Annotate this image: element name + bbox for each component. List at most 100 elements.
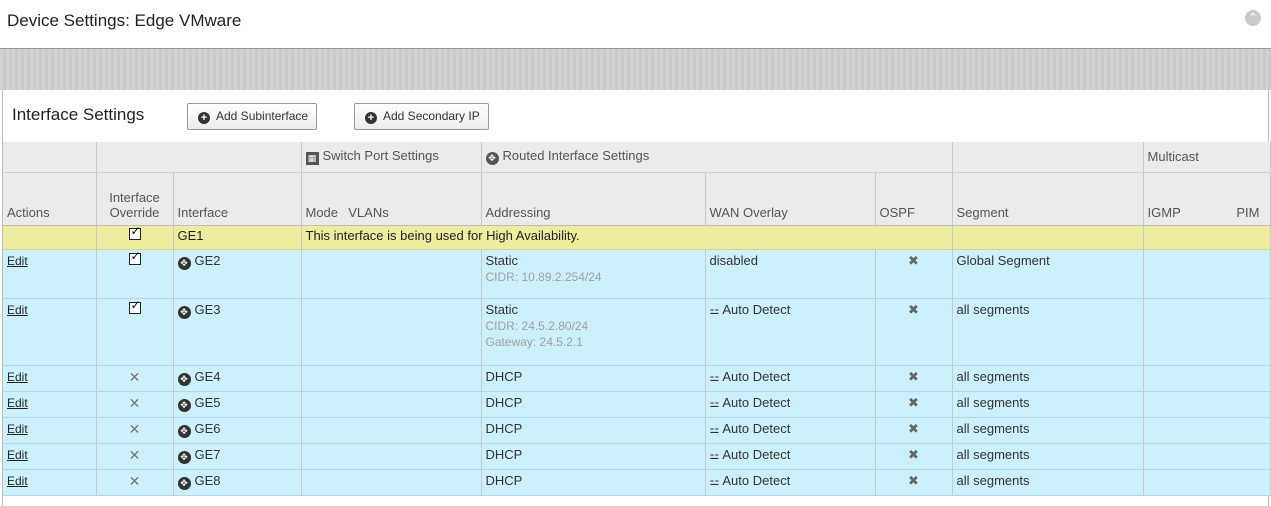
col-mode-vlans[interactable]: Mode VLANs	[301, 172, 482, 226]
router-icon: ✥	[177, 398, 191, 412]
add-subinterface-label: Add Subinterface	[216, 109, 309, 123]
router-icon: ✥	[177, 256, 191, 270]
checkbox-checked-icon	[128, 224, 141, 240]
col-mode: Mode	[305, 204, 339, 220]
x-icon: ✖	[908, 394, 919, 410]
wan-overlay-value: Auto Detect	[722, 446, 791, 462]
gateway-text: Gateway: 24.5.2.1	[485, 334, 583, 349]
addressing-type: DHCP	[481, 417, 706, 444]
checkbox-checked-icon	[128, 298, 141, 314]
interface-settings-panel: Interface Settings + Add Subinterface + Ad…	[2, 90, 1271, 506]
auto-detect-icon: ⚍	[709, 475, 720, 488]
col-vlans: VLANs	[348, 204, 389, 220]
table-row[interactable]: Edit ✕ ✥ GE5 DHCP ⚍ Auto Detect ✖ all segm…	[3, 391, 1271, 418]
edit-link[interactable]: Edit	[7, 254, 28, 268]
interface-name: GE2	[194, 252, 221, 268]
x-icon: ✖	[908, 446, 919, 462]
x-icon: ✖	[908, 301, 919, 317]
edit-link[interactable]: Edit	[7, 448, 28, 462]
wan-overlay-value: disabled	[705, 249, 876, 299]
interface-table: ▦ Switch Port Settings ✥ Routed Interface …	[3, 142, 1271, 496]
x-icon: ✖	[908, 472, 919, 488]
interface-name: GE3	[194, 301, 221, 317]
router-icon: ✥	[177, 476, 191, 490]
interface-name: GE4	[194, 368, 221, 384]
edit-link[interactable]: Edit	[7, 422, 28, 436]
x-icon: ✖	[908, 368, 919, 384]
router-icon: ✥	[485, 152, 499, 166]
add-secondary-ip-label: Add Secondary IP	[383, 109, 480, 123]
ha-message: This interface is being used for High Av…	[301, 225, 953, 250]
col-wan-overlay[interactable]: WAN Overlay	[705, 172, 876, 226]
panel-title: Interface Settings	[12, 105, 145, 124]
cidr-text: CIDR: 24.5.2.80/24	[485, 318, 589, 333]
col-multicast[interactable]: IGMP PIM	[1143, 172, 1271, 226]
addressing-type: Static	[485, 301, 519, 317]
router-icon: ✥	[177, 450, 191, 464]
plus-circle-icon: +	[198, 112, 210, 124]
col-segment[interactable]: Segment	[952, 172, 1144, 226]
x-icon: ✕	[128, 472, 141, 489]
edit-link[interactable]: Edit	[7, 303, 28, 317]
x-icon: ✕	[128, 368, 141, 385]
table-row-ha: GE1 This interface is being used for Hig…	[3, 224, 1271, 250]
page-title: Device Settings: Edge VMware	[7, 11, 242, 30]
table-row[interactable]: Edit ✕ ✥ GE7 DHCP ⚍ Auto Detect ✖ all segm…	[3, 443, 1271, 470]
auto-detect-icon: ⚍	[709, 423, 720, 436]
table-row[interactable]: Edit ✥GE2 StaticCIDR: 10.89.2.254/24 dis…	[3, 249, 1271, 299]
x-icon: ✖	[908, 252, 919, 268]
add-secondary-ip-button[interactable]: + Add Secondary IP	[354, 103, 489, 130]
edit-link[interactable]: Edit	[7, 474, 28, 488]
col-interface-override[interactable]: Interface Override	[96, 172, 174, 226]
switch-port-icon: ▦	[305, 152, 319, 166]
checkbox-checked-icon	[128, 249, 141, 265]
plus-circle-icon: +	[365, 112, 377, 124]
router-icon: ✥	[177, 424, 191, 438]
interface-cell: GE1	[173, 225, 302, 250]
add-subinterface-button[interactable]: + Add Subinterface	[187, 103, 318, 130]
auto-detect-icon: ⚍	[709, 371, 720, 384]
col-interface[interactable]: Interface	[173, 172, 302, 226]
addressing-type: DHCP	[481, 443, 706, 470]
table-row[interactable]: Edit ✕ ✥ GE6 DHCP ⚍ Auto Detect ✖ all segm…	[3, 417, 1271, 444]
switch-port-group: ▦ Switch Port Settings	[301, 142, 482, 173]
table-row[interactable]: Edit ✕ ✥ GE4 DHCP ⚍ Auto Detect ✖ all segm…	[3, 365, 1271, 392]
panel-header: Interface Settings + Add Subinterface + Ad…	[3, 90, 1268, 142]
segment-value: all segments	[952, 298, 1144, 366]
interface-name: GE8	[194, 472, 221, 488]
wan-overlay-value: Auto Detect	[722, 394, 791, 410]
x-icon: ✖	[908, 420, 919, 436]
addressing-type: Static	[485, 252, 519, 268]
table-row[interactable]: Edit ✕ ✥ GE8 DHCP ⚍ Auto Detect ✖ all segm…	[3, 469, 1271, 496]
column-group-row: ▦ Switch Port Settings ✥ Routed Interface …	[3, 142, 1271, 173]
segment-value: all segments	[952, 469, 1144, 496]
table-row[interactable]: Edit ✥GE3 StaticCIDR: 24.5.2.80/24Gatewa…	[3, 298, 1271, 366]
router-icon: ✥	[177, 372, 191, 386]
x-icon: ✕	[128, 394, 141, 411]
segment-value: all segments	[952, 391, 1144, 418]
col-ospf[interactable]: OSPF	[875, 172, 953, 226]
segment-value: all segments	[952, 417, 1144, 444]
cidr-text: CIDR: 10.89.2.254/24	[485, 269, 602, 284]
col-pim: PIM	[1236, 204, 1260, 220]
col-addressing[interactable]: Addressing	[481, 172, 706, 226]
addressing-type: DHCP	[481, 365, 706, 392]
wan-overlay-value: Auto Detect	[722, 420, 791, 436]
interface-name: GE5	[194, 394, 221, 410]
routed-group: ✥ Routed Interface Settings	[481, 142, 953, 173]
interface-name: GE6	[194, 420, 221, 436]
wan-overlay-value: Auto Detect	[722, 368, 791, 384]
router-icon: ✥	[177, 305, 191, 319]
edit-link[interactable]: Edit	[7, 396, 28, 410]
window-header: Device Settings: Edge VMware ⌃	[0, 0, 1271, 48]
toolbar-band	[0, 48, 1271, 90]
addressing-type: DHCP	[481, 469, 706, 496]
addressing-type: DHCP	[481, 391, 706, 418]
col-actions[interactable]: Actions	[3, 172, 97, 226]
x-icon: ✕	[128, 420, 141, 437]
collapse-up-icon[interactable]: ⌃	[1245, 10, 1261, 26]
edit-link[interactable]: Edit	[7, 370, 28, 384]
auto-detect-icon: ⚍	[709, 304, 720, 317]
col-igmp: IGMP	[1147, 204, 1181, 220]
column-header-row: Actions Interface Override Interface Mode…	[3, 172, 1271, 226]
